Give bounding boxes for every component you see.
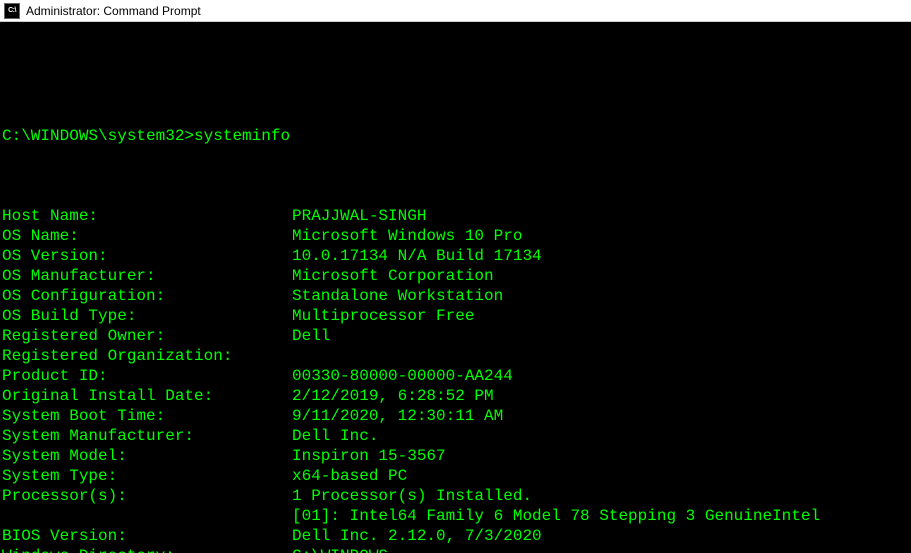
info-value: Multiprocessor Free	[292, 306, 909, 326]
info-label: OS Version:	[2, 246, 292, 266]
info-value: 1 Processor(s) Installed.	[292, 486, 909, 506]
info-value: [01]: Intel64 Family 6 Model 78 Stepping…	[292, 506, 909, 526]
info-row: Original Install Date:2/12/2019, 6:28:52…	[2, 386, 909, 406]
info-value: Dell Inc. 2.12.0, 7/3/2020	[292, 526, 909, 546]
info-row: OS Version:10.0.17134 N/A Build 17134	[2, 246, 909, 266]
info-value: 9/11/2020, 12:30:11 AM	[292, 406, 909, 426]
info-label: OS Manufacturer:	[2, 266, 292, 286]
info-label: Original Install Date:	[2, 386, 292, 406]
info-row: Processor(s):1 Processor(s) Installed.	[2, 486, 909, 506]
info-label: BIOS Version:	[2, 526, 292, 546]
info-row: Registered Organization:	[2, 346, 909, 366]
info-value: 2/12/2019, 6:28:52 PM	[292, 386, 909, 406]
info-row: OS Configuration:Standalone Workstation	[2, 286, 909, 306]
info-label: System Manufacturer:	[2, 426, 292, 446]
systeminfo-output: Host Name:PRAJJWAL-SINGHOS Name:Microsof…	[2, 206, 909, 553]
info-row: Host Name:PRAJJWAL-SINGH	[2, 206, 909, 226]
prompt-path: C:\WINDOWS\system32>	[2, 127, 194, 145]
info-row: System Boot Time:9/11/2020, 12:30:11 AM	[2, 406, 909, 426]
info-label: Registered Organization:	[2, 346, 292, 366]
info-row: OS Build Type:Multiprocessor Free	[2, 306, 909, 326]
info-value: Inspiron 15-3567	[292, 446, 909, 466]
info-label: OS Name:	[2, 226, 292, 246]
info-label: OS Build Type:	[2, 306, 292, 326]
prompt-line: C:\WINDOWS\system32>systeminfo	[2, 126, 909, 146]
info-row: System Manufacturer:Dell Inc.	[2, 426, 909, 446]
info-value: Microsoft Corporation	[292, 266, 909, 286]
info-value: 10.0.17134 N/A Build 17134	[292, 246, 909, 266]
info-value: 00330-80000-00000-AA244	[292, 366, 909, 386]
terminal-output[interactable]: C:\WINDOWS\system32>systeminfo Host Name…	[0, 22, 911, 553]
info-label: Host Name:	[2, 206, 292, 226]
info-row: Registered Owner:Dell	[2, 326, 909, 346]
info-row: [01]: Intel64 Family 6 Model 78 Stepping…	[2, 506, 909, 526]
window-title: Administrator: Command Prompt	[26, 4, 201, 18]
info-label: Registered Owner:	[2, 326, 292, 346]
info-value: Microsoft Windows 10 Pro	[292, 226, 909, 246]
info-row: Windows Directory:C:\WINDOWS	[2, 546, 909, 553]
info-value	[292, 346, 909, 366]
command-prompt-window: C:\ Administrator: Command Prompt C:\WIN…	[0, 0, 911, 553]
info-value: Standalone Workstation	[292, 286, 909, 306]
info-label: System Model:	[2, 446, 292, 466]
info-label: OS Configuration:	[2, 286, 292, 306]
info-row: System Model:Inspiron 15-3567	[2, 446, 909, 466]
info-row: OS Manufacturer:Microsoft Corporation	[2, 266, 909, 286]
info-label	[2, 506, 292, 526]
cmd-icon: C:\	[4, 3, 20, 19]
info-label: System Type:	[2, 466, 292, 486]
info-row: OS Name:Microsoft Windows 10 Pro	[2, 226, 909, 246]
info-value: C:\WINDOWS	[292, 546, 909, 553]
info-value: x64-based PC	[292, 466, 909, 486]
info-row: BIOS Version:Dell Inc. 2.12.0, 7/3/2020	[2, 526, 909, 546]
info-value: Dell	[292, 326, 909, 346]
prompt-command: systeminfo	[194, 127, 290, 145]
info-label: System Boot Time:	[2, 406, 292, 426]
info-label: Processor(s):	[2, 486, 292, 506]
info-label: Product ID:	[2, 366, 292, 386]
info-label: Windows Directory:	[2, 546, 292, 553]
info-value: Dell Inc.	[292, 426, 909, 446]
info-row: System Type:x64-based PC	[2, 466, 909, 486]
title-bar[interactable]: C:\ Administrator: Command Prompt	[0, 0, 911, 22]
info-value: PRAJJWAL-SINGH	[292, 206, 909, 226]
info-row: Product ID:00330-80000-00000-AA244	[2, 366, 909, 386]
